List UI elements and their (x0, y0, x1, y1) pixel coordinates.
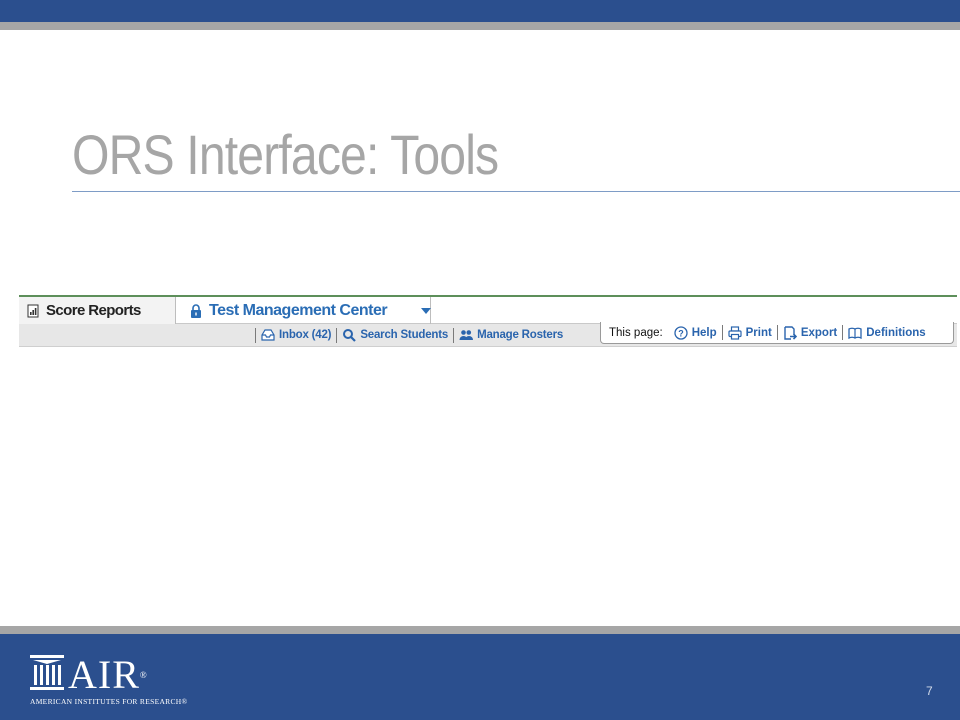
print-label: Print (745, 326, 772, 339)
inbox-icon (261, 328, 275, 342)
this-page-label: This page: (609, 326, 663, 339)
tab-score-reports[interactable]: Score Reports (19, 297, 176, 324)
definitions-link[interactable]: Definitions (843, 326, 930, 340)
ors-tab-bar: Score Reports Test Management Center (19, 295, 957, 324)
print-icon (728, 325, 742, 340)
book-icon (848, 326, 862, 340)
footer-grey-band (0, 626, 960, 634)
print-link[interactable]: Print (723, 325, 777, 340)
tab-tmc-label: Test Management Center (209, 301, 388, 319)
export-link[interactable]: Export (778, 325, 842, 340)
search-icon (342, 328, 357, 342)
air-logo-text: AIR® (68, 652, 148, 697)
manage-rosters-label: Manage Rosters (477, 329, 564, 341)
search-students-link[interactable]: Search Students (337, 328, 453, 342)
page-number: 7 (926, 684, 933, 698)
ors-sub-bar: Inbox (42) Search Students Manage Roster… (19, 322, 957, 347)
lock-icon (189, 303, 203, 318)
slide-title: ORS Interface: Tools (72, 123, 499, 186)
svg-text:?: ? (678, 328, 684, 338)
title-rule (72, 191, 960, 192)
report-icon (26, 304, 40, 318)
manage-rosters-link[interactable]: Manage Rosters (454, 328, 568, 342)
help-icon: ? (674, 325, 688, 340)
air-logo: AIR® (30, 655, 148, 696)
users-icon (459, 328, 474, 342)
this-page-toolbar: This page: ? Help Print Export Definitio… (600, 322, 954, 344)
tab-score-reports-label: Score Reports (46, 302, 141, 319)
tab-test-management-center[interactable]: Test Management Center (176, 297, 431, 324)
chevron-down-icon[interactable] (421, 308, 431, 314)
help-link[interactable]: ? Help (669, 325, 722, 340)
search-students-label: Search Students (360, 329, 449, 341)
top-blue-band (0, 0, 960, 22)
global-nav-links: Inbox (42) Search Students Manage Roster… (255, 324, 568, 346)
inbox-link[interactable]: Inbox (42) (256, 328, 336, 342)
help-label: Help (691, 326, 717, 339)
export-icon (783, 325, 797, 340)
ors-toolbar: Score Reports Test Management Center Inb… (19, 295, 957, 347)
definitions-label: Definitions (866, 326, 926, 339)
air-logo-subtitle: AMERICAN INSTITUTES FOR RESEARCH® (30, 697, 188, 706)
building-icon (30, 655, 64, 696)
top-grey-band (0, 22, 960, 30)
export-label: Export (800, 326, 838, 339)
inbox-link-label: Inbox (42) (279, 329, 332, 341)
